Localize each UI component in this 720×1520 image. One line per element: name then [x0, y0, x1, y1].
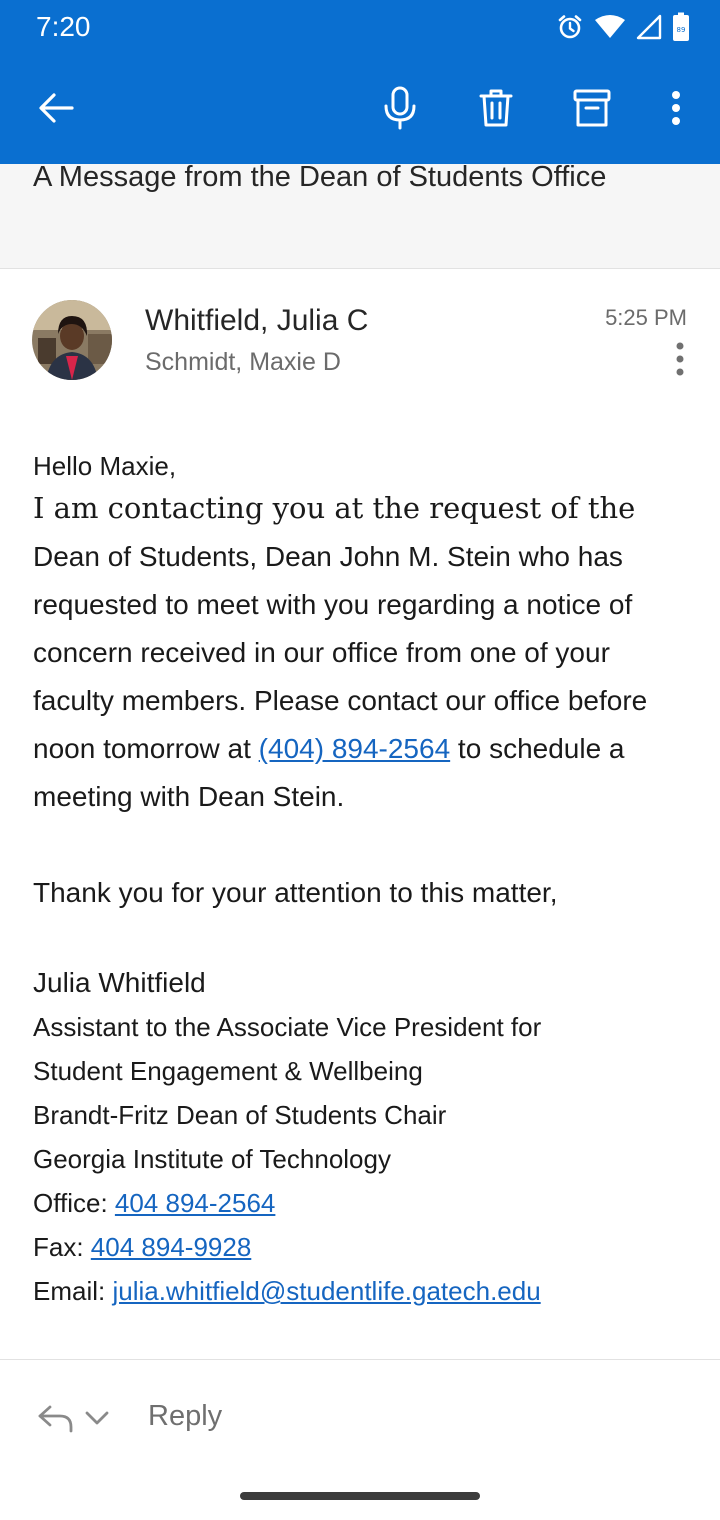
email-label: Email: [33, 1276, 113, 1306]
app-header: 7:20 89 [0, 0, 720, 164]
fax-link[interactable]: 404 894-9928 [91, 1232, 251, 1262]
trash-icon [479, 89, 513, 127]
chevron-down-icon [85, 1411, 109, 1425]
cell-signal-icon [636, 14, 662, 40]
signature-office: Office: 404 894-2564 [33, 1181, 693, 1225]
body-paragraph: I am contacting you at the request of th… [33, 484, 693, 821]
battery-level: 89 [677, 26, 686, 34]
wifi-icon [594, 14, 626, 40]
fax-label: Fax: [33, 1232, 91, 1262]
overflow-menu-icon [672, 91, 680, 125]
signature-name: Julia Whitfield [33, 967, 206, 998]
delete-button[interactable] [464, 76, 528, 140]
alarm-icon [556, 13, 584, 41]
reply-arrow-icon [38, 1405, 73, 1433]
signature-org: Georgia Institute of Technology [33, 1144, 391, 1174]
vertical-dots-icon [676, 342, 684, 376]
signature-fax: Fax: 404 894-9928 [33, 1225, 693, 1269]
back-arrow-icon [39, 93, 74, 123]
gesture-handle[interactable] [240, 1492, 480, 1500]
reply-button[interactable]: Reply [148, 1400, 222, 1433]
email-time: 5:25 PM [605, 305, 687, 330]
reply-bar: Reply [0, 1359, 720, 1520]
subject-header: A Message from the Dean of Students Offi… [0, 150, 720, 269]
signature-title-1: Assistant to the Associate Vice Presiden… [33, 1012, 542, 1042]
message-options-button[interactable] [664, 338, 696, 380]
overflow-menu-button[interactable] [644, 76, 708, 140]
email-link[interactable]: julia.whitfield@studentlife.gatech.edu [112, 1276, 540, 1306]
status-icons: 89 [556, 10, 690, 44]
phone-link[interactable]: (404) 894-2564 [259, 733, 450, 764]
sender-avatar[interactable] [32, 300, 112, 380]
status-time: 7:20 [36, 11, 91, 42]
reply-options-button[interactable] [36, 1396, 126, 1440]
closing-line: Thank you for your attention to this mat… [33, 877, 558, 908]
body-text: Dean of Students, Dean John M. Stein who… [33, 541, 648, 764]
microphone-icon [384, 86, 416, 130]
archive-button[interactable] [560, 76, 624, 140]
recipient-name[interactable]: Schmidt, Maxie D [145, 348, 341, 377]
battery-icon: 89 [672, 12, 690, 42]
dictate-button[interactable] [368, 76, 432, 140]
sender-name[interactable]: Whitfield, Julia C [145, 304, 368, 338]
office-label: Office: [33, 1188, 115, 1218]
signature-title-2: Student Engagement & Wellbeing [33, 1056, 423, 1086]
signature-title-3: Brandt-Fritz Dean of Students Chair [33, 1100, 447, 1130]
back-button[interactable] [24, 76, 88, 140]
email-body: Hello Maxie, I am contacting you at the … [33, 448, 693, 1313]
signature-email: Email: julia.whitfield@studentlife.gatec… [33, 1269, 693, 1313]
body-intro: I am contacting you at the request of th… [33, 491, 636, 525]
greeting: Hello Maxie, [33, 451, 177, 481]
archive-icon [573, 89, 611, 127]
office-phone-link[interactable]: 404 894-2564 [115, 1188, 275, 1218]
